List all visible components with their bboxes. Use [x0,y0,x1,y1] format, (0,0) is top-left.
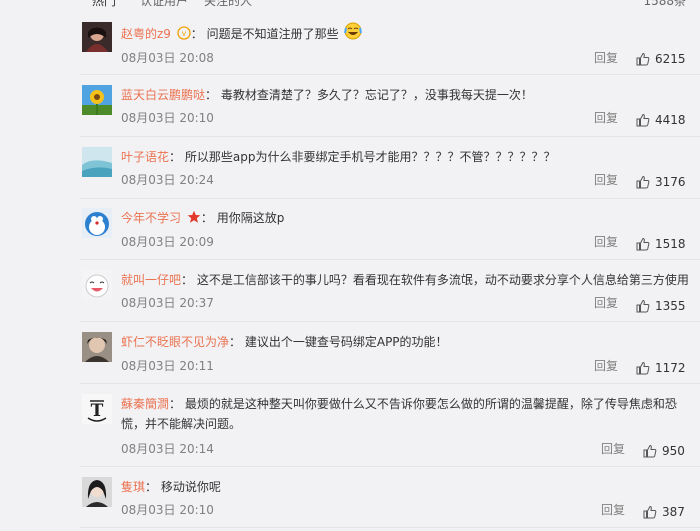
comment-username[interactable]: 虾仁不眨眼不见为净 [121,335,229,349]
avatar[interactable]: T [82,394,112,424]
reply-button[interactable]: 回复 [594,110,618,126]
comment-body: 虾仁不眨眼不见为净： 建议出个一键查号码绑定APP的功能！ [121,335,448,349]
comment-body: 叶子语花： 所以那些app为什么非要绑定手机号才能用？？？？不管？？？？？？ [121,150,556,164]
avatar[interactable] [82,147,112,177]
comment-username[interactable]: 叶子语花 [121,150,169,164]
comment-text: 用你隔这放p [216,211,285,225]
reply-button[interactable]: 回复 [594,50,618,66]
like-count: 3176 [655,175,686,189]
avatar[interactable] [82,208,112,238]
tab-verified-users[interactable]: 认证用户 [140,0,188,8]
comment-body: 今年不学习 ： 用你隔这放p [121,208,691,230]
thumbs-up-icon [636,113,650,127]
comment-time: 08月03日 20:24 [121,173,214,187]
like-button[interactable]: 3176 [636,174,686,190]
like-count: 1518 [655,237,686,251]
comment-text: 问题是不知道注册了那些 [206,27,339,41]
like-count: 6215 [655,52,686,66]
divider [80,198,700,199]
comment-text: 毒教材查清楚了？多久了？忘记了？，没事我每天提一次！ [220,88,533,102]
comment-username[interactable]: 就叫一仔吧 [121,273,181,287]
tab-following[interactable]: 关注的人 [204,0,252,8]
like-count: 1172 [655,361,686,375]
like-count: 950 [662,444,685,458]
comment-username[interactable]: 蓝天白云鹏鹏哒 [121,88,205,102]
comment-time: 08月03日 20:10 [121,111,214,125]
comment-time: 08月03日 20:11 [121,359,214,373]
comment-username[interactable]: 今年不学习 [121,211,181,225]
comment-time: 08月03日 20:09 [121,235,214,249]
comment-username[interactable]: 隻琪 [121,480,145,494]
like-button[interactable]: 1355 [636,298,686,314]
thumbs-up-icon [636,361,650,375]
comment-filter-bar: 热门 认证用户 关注的人 1588条 [0,0,700,8]
reply-button[interactable]: 回复 [594,358,618,374]
avatar[interactable] [82,477,112,507]
like-count: 387 [662,505,685,519]
comment-body: 隻琪： 移动说你呢 [121,480,221,494]
like-count: 4418 [655,113,686,127]
divider [80,74,700,75]
comment-username[interactable]: 蘇秦簡澗 [121,397,169,411]
tab-hot[interactable]: 热门 [92,0,116,8]
thumbs-up-icon [636,52,650,66]
comment-username[interactable]: 赵粤的z9 [121,27,171,41]
comment-time: 08月03日 20:10 [121,503,214,517]
thumbs-up-icon [636,299,650,313]
like-button[interactable]: 1518 [636,236,686,252]
divider [80,383,700,384]
like-button[interactable]: 6215 [636,51,686,67]
reply-button[interactable]: 回复 [594,234,618,250]
vip-badge-icon: v [177,26,191,46]
svg-text:v: v [182,29,186,38]
thumbs-up-icon [636,175,650,189]
laugh-cry-emoji [344,22,363,46]
reply-button[interactable]: 回复 [594,172,618,188]
like-button[interactable]: 4418 [636,112,686,128]
comment-time: 08月03日 20:14 [121,442,214,456]
comment-body: 蓝天白云鹏鹏哒： 毒教材查清楚了？多久了？忘记了？，没事我每天提一次！ [121,88,533,102]
reply-button[interactable]: 回复 [601,502,625,518]
thumbs-up-icon [636,237,650,251]
reply-button[interactable]: 回复 [601,441,625,457]
thumbs-up-icon [643,444,657,458]
thumbs-up-icon [643,505,657,519]
comment-text: 建议出个一键查号码绑定APP的功能！ [244,335,448,349]
avatar[interactable] [82,85,112,115]
like-button[interactable]: 387 [643,504,685,520]
divider [80,136,700,137]
avatar[interactable] [82,22,112,52]
avatar[interactable] [82,332,112,362]
comment-body: 就叫一仔吧： 这不是工信部该干的事儿吗？看看现在软件有多流氓，动不动要求分享个人… [121,273,689,287]
reply-button[interactable]: 回复 [594,295,618,311]
divider [80,321,700,322]
comment-text: 最烦的就是这种整天叫你要做什么又不告诉你要怎么做的所谓的温馨提醒，除了传导焦虑和… [121,397,677,431]
like-count: 1355 [655,299,686,313]
comment-time: 08月03日 20:08 [121,51,214,65]
star-badge-icon [187,210,201,230]
svg-text:T: T [91,401,104,421]
divider [80,527,700,528]
like-button[interactable]: 1172 [636,360,686,376]
avatar[interactable] [82,270,112,300]
comment-text: 这不是工信部该干的事儿吗？看看现在软件有多流氓，动不动要求分享个人信息给第三方使… [196,273,689,287]
comment-body: 赵粤的z9 v： 问题是不知道注册了那些 [121,22,691,46]
divider [80,466,700,467]
divider [80,259,700,260]
comment-text: 移动说你呢 [160,480,221,494]
comment-text: 所以那些app为什么非要绑定手机号才能用？？？？不管？？？？？？ [184,150,556,164]
comment-body: 蘇秦簡澗： 最烦的就是这种整天叫你要做什么又不告诉你要怎么做的所谓的温馨提醒，除… [121,397,677,431]
like-button[interactable]: 950 [643,443,685,459]
comment-time: 08月03日 20:37 [121,296,214,310]
comment-total: 1588条 [643,0,686,8]
